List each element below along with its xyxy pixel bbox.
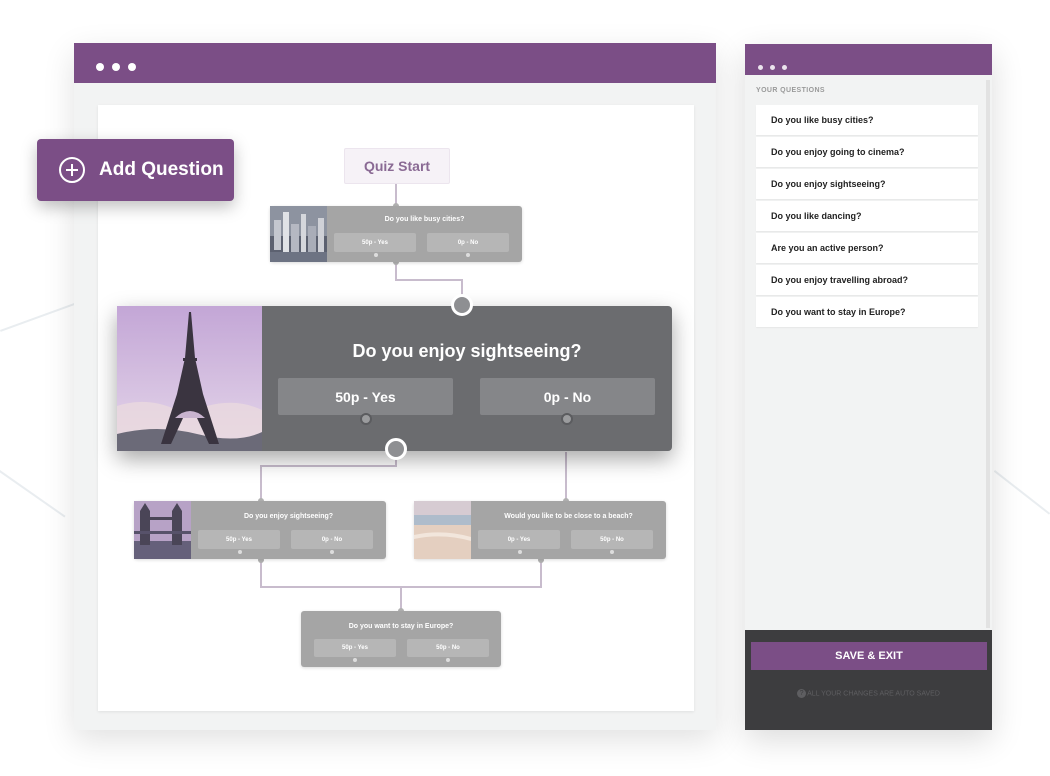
- dot-icon: [758, 65, 763, 70]
- node-question: Do you want to stay in Europe?: [348, 623, 454, 630]
- question-list-item[interactable]: Are you an active person?: [756, 233, 978, 263]
- question-node-sightseeing-child[interactable]: Do you enjoy sightseeing? 50p - Yes 0p -…: [134, 501, 386, 559]
- questions-heading: YOUR QUESTIONS: [756, 87, 825, 94]
- answer-no-button[interactable]: 0p - No: [427, 233, 509, 252]
- node-question: Do you enjoy sightseeing?: [352, 341, 582, 361]
- beach-image: [414, 501, 471, 559]
- panel-window-controls[interactable]: [758, 57, 794, 75]
- output-connector-pin[interactable]: [385, 438, 407, 460]
- connector-pin[interactable]: [360, 413, 372, 425]
- dot-icon: [770, 65, 775, 70]
- connector-pin[interactable]: [374, 253, 378, 257]
- quiz-start-node[interactable]: Quiz Start: [344, 148, 450, 184]
- answer-yes-button[interactable]: 50p - Yes: [314, 639, 396, 657]
- connector-pin[interactable]: [518, 550, 522, 554]
- answer-no-button[interactable]: 50p - No: [571, 530, 653, 549]
- question-node-beach[interactable]: Would you like to be close to a beach? 0…: [414, 501, 666, 559]
- answer-no-button[interactable]: 50p - No: [407, 639, 489, 657]
- eiffel-tower-image: [117, 306, 262, 451]
- question-node-busy-cities[interactable]: Do you like busy cities? 50p - Yes 0p - …: [270, 206, 522, 262]
- panel-footer: SAVE & EXIT ? ALL YOUR CHANGES ARE AUTO S…: [745, 630, 992, 730]
- connector-pin[interactable]: [353, 658, 357, 662]
- answer-yes-button[interactable]: 50p - Yes: [198, 530, 280, 549]
- connector-pin[interactable]: [561, 413, 573, 425]
- background-decoration: [0, 470, 66, 518]
- input-connector-pin[interactable]: [451, 294, 473, 316]
- panel-scrollbar[interactable]: [986, 80, 990, 628]
- background-decoration: [993, 470, 1050, 515]
- add-question-label: Add Question: [99, 159, 224, 180]
- dot-icon: [128, 63, 136, 71]
- questions-list: Do you like busy cities? Do you enjoy go…: [756, 105, 978, 329]
- question-list-item[interactable]: Do you enjoy going to cinema?: [756, 137, 978, 167]
- dot-icon: [112, 63, 120, 71]
- question-node-europe[interactable]: Do you want to stay in Europe? 50p - Yes…: [301, 611, 501, 667]
- question-list-item[interactable]: Do you want to stay in Europe?: [756, 297, 978, 327]
- questions-panel: YOUR QUESTIONS Do you like busy cities? …: [745, 44, 992, 730]
- window-titlebar: [74, 43, 716, 83]
- node-question: Do you enjoy sightseeing?: [243, 513, 334, 520]
- panel-titlebar: [745, 44, 992, 75]
- answer-yes-button[interactable]: 50p - Yes: [334, 233, 416, 252]
- autosave-notice: ? ALL YOUR CHANGES ARE AUTO SAVED: [745, 689, 992, 698]
- tower-bridge-image: [134, 501, 191, 559]
- city-skyline-image: [270, 206, 327, 262]
- question-list-item[interactable]: Do you like busy cities?: [756, 105, 978, 135]
- connector-pin[interactable]: [466, 253, 470, 257]
- question-list-item[interactable]: Do you enjoy sightseeing?: [756, 169, 978, 199]
- autosave-text: ALL YOUR CHANGES ARE AUTO SAVED: [807, 690, 940, 698]
- connector-pin[interactable]: [446, 658, 450, 662]
- help-icon: ?: [797, 689, 807, 698]
- question-node-sightseeing[interactable]: Do you enjoy sightseeing? 50p - Yes 0p -…: [117, 294, 672, 460]
- dot-icon: [96, 63, 104, 71]
- answer-yes-button[interactable]: 50p - Yes: [278, 378, 453, 415]
- answer-no-button[interactable]: 0p - No: [480, 378, 655, 415]
- connector-pin[interactable]: [238, 550, 242, 554]
- node-question: Do you like busy cities?: [384, 216, 465, 223]
- background-decoration: [0, 299, 86, 332]
- plus-circle-icon: [59, 157, 85, 183]
- save-and-exit-button[interactable]: SAVE & EXIT: [751, 642, 987, 670]
- connector-pin[interactable]: [330, 550, 334, 554]
- connector-pin[interactable]: [610, 550, 614, 554]
- dot-icon: [782, 65, 787, 70]
- answer-yes-button[interactable]: 0p - Yes: [478, 530, 560, 549]
- question-list-item[interactable]: Do you enjoy travelling abroad?: [756, 265, 978, 295]
- node-question: Would you like to be close to a beach?: [504, 513, 633, 520]
- window-controls[interactable]: [96, 58, 144, 76]
- add-question-button[interactable]: Add Question: [37, 139, 234, 201]
- question-list-item[interactable]: Do you like dancing?: [756, 201, 978, 231]
- answer-no-button[interactable]: 0p - No: [291, 530, 373, 549]
